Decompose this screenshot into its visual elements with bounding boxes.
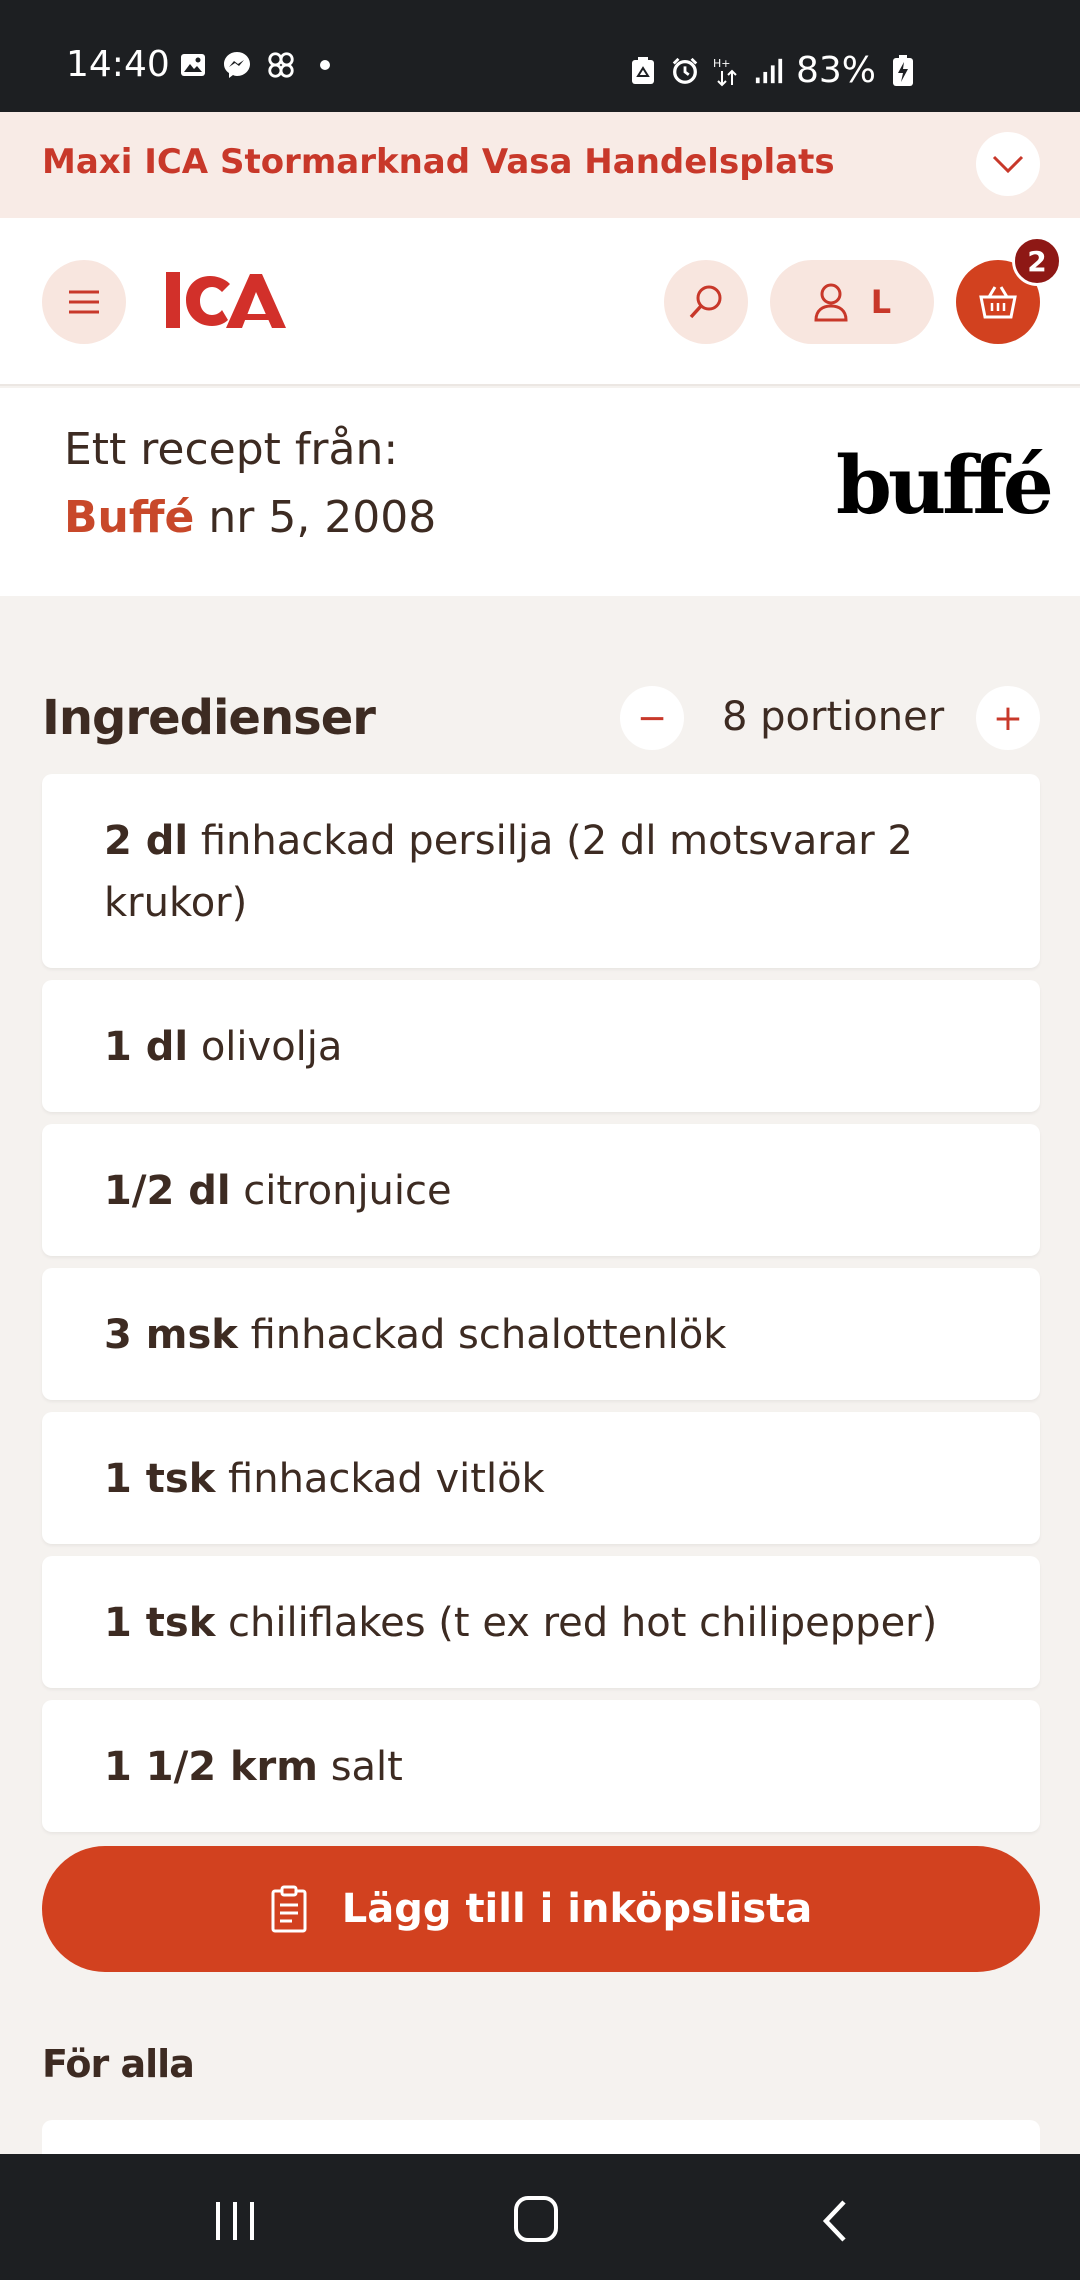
ingredient-text: olivolja <box>200 1024 343 1070</box>
ingredient-quantity: 1 dl <box>104 1024 189 1070</box>
image-icon <box>178 50 208 80</box>
section-title-for-alla: För alla <box>42 2042 195 2086</box>
buffe-logo: buffé <box>836 438 1054 532</box>
cart-count-badge: 2 <box>1012 236 1062 286</box>
status-time: 14:40 <box>66 44 170 85</box>
home-button[interactable] <box>512 2194 560 2248</box>
signal-icon <box>754 56 784 86</box>
ingredients-title: Ingredienser <box>42 690 376 746</box>
account-button[interactable]: L <box>770 260 934 344</box>
battery-charging-icon <box>888 54 918 86</box>
recipe-source: Ett recept från: Buffé nr 5, 2008 buffé <box>0 388 1080 596</box>
ingredient-item: 1 tsk chiliflakes (t ex red hot chilipep… <box>42 1556 1040 1688</box>
alarm-icon <box>670 56 700 86</box>
ingredient-quantity: 2 dl <box>104 818 189 864</box>
store-name: Maxi ICA Stormarknad Vasa Handelsplats <box>42 142 835 182</box>
clipboard-icon <box>271 1885 307 1933</box>
ingredient-text: finhackad vitlök <box>228 1456 545 1502</box>
status-system-icons: H+ 83% <box>628 50 918 91</box>
menu-button[interactable] <box>42 260 126 344</box>
basket-icon <box>979 286 1017 319</box>
status-bar: 14:40 H+ 83% <box>0 0 1080 112</box>
ingredient-quantity: 1 tsk <box>104 1600 216 1646</box>
ica-logo-image <box>166 272 286 328</box>
store-selector-bar[interactable]: Maxi ICA Stormarknad Vasa Handelsplats <box>0 112 1080 218</box>
user-icon <box>814 283 848 322</box>
ingredient-item: 2 dl finhackad persilja (2 dl motsvarar … <box>42 774 1040 968</box>
magazine-issue: nr 5, 2008 <box>208 492 437 543</box>
plus-icon: + <box>992 697 1024 739</box>
back-button[interactable] <box>820 2198 850 2248</box>
recent-apps-icon <box>216 2202 254 2240</box>
search-button[interactable] <box>664 260 748 344</box>
source-issue-line: Buffé nr 5, 2008 <box>64 492 436 543</box>
source-prefix: Ett recept från: <box>64 424 399 475</box>
minus-icon: − <box>636 697 668 739</box>
messenger-icon <box>222 50 252 80</box>
pinwheel-icon <box>266 50 296 80</box>
home-icon <box>514 2196 558 2242</box>
ingredient-quantity: 1/2 dl <box>104 1168 231 1214</box>
increase-portions-button[interactable]: + <box>976 686 1040 750</box>
ingredient-item: 1 tsk finhackad vitlök <box>42 1412 1040 1544</box>
ingredient-item: 1 1/2 krm salt <box>42 1700 1040 1832</box>
ingredient-text: finhackad schalottenlök <box>250 1312 727 1358</box>
ingredient-list: 2 dl finhackad persilja (2 dl motsvarar … <box>42 774 1040 1844</box>
ingredient-text: chiliflakes (t ex red hot chilipepper) <box>228 1600 938 1646</box>
battery-percent: 83% <box>796 50 877 91</box>
back-icon <box>822 2200 846 2242</box>
portions-label: 8 portioner <box>722 694 945 740</box>
hamburger-icon <box>69 290 99 314</box>
app-header: L <box>0 218 1080 386</box>
ingredient-text: citronjuice <box>243 1168 452 1214</box>
data-arrows-icon: H+ <box>712 56 742 86</box>
ingredient-text: finhackad persilja (2 dl motsvarar 2 kru… <box>104 818 913 926</box>
chevron-down-icon <box>992 155 1024 174</box>
search-icon <box>689 285 722 319</box>
ingredient-item: 1 dl olivolja <box>42 980 1040 1112</box>
decrease-portions-button[interactable]: − <box>620 686 684 750</box>
ingredient-quantity: 1 tsk <box>104 1456 216 1502</box>
ingredient-quantity: 1 1/2 krm <box>104 1744 318 1790</box>
ingredient-text: salt <box>330 1744 403 1790</box>
recycle-icon <box>628 56 658 86</box>
system-nav-bar <box>0 2154 1080 2280</box>
add-to-shopping-list-button[interactable]: Lägg till i inköpslista <box>42 1846 1040 1972</box>
ingredient-quantity: 3 msk <box>104 1312 238 1358</box>
svg-text:H+: H+ <box>713 57 731 70</box>
ica-logo[interactable] <box>166 270 286 336</box>
ingredient-item: 1/2 dl citronjuice <box>42 1124 1040 1256</box>
ingredient-item: 3 msk finhackad schalottenlök <box>42 1268 1040 1400</box>
dot-icon <box>310 50 340 80</box>
account-initial: L <box>870 283 892 321</box>
add-to-list-label: Lägg till i inköpslista <box>341 1886 813 1932</box>
store-toggle-button[interactable] <box>976 132 1040 196</box>
status-notification-icons <box>178 50 340 80</box>
recent-apps-button[interactable] <box>212 2200 258 2246</box>
magazine-link[interactable]: Buffé <box>64 492 194 543</box>
